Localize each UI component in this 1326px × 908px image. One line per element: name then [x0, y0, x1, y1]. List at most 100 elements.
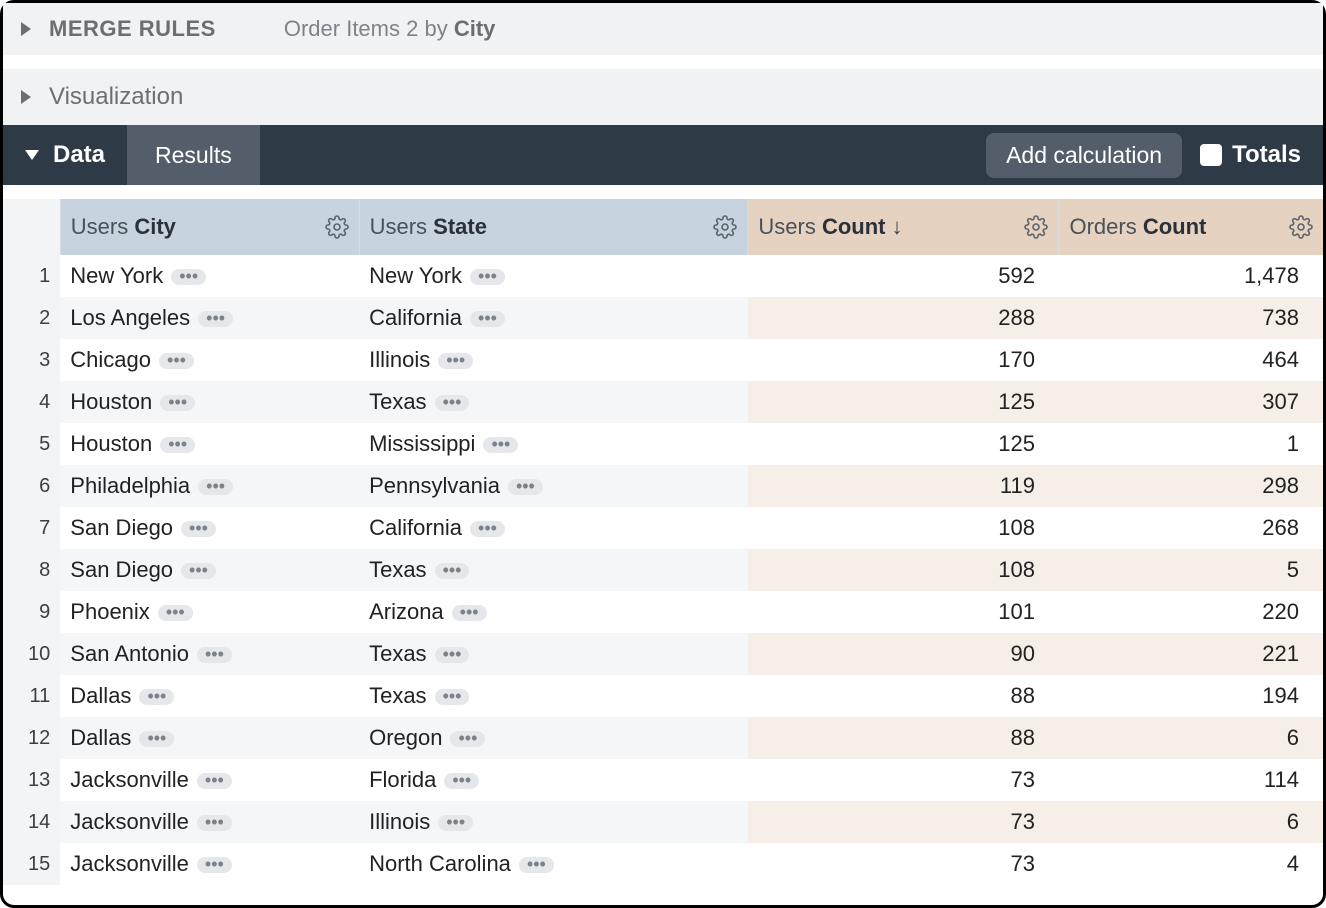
- visualization-header[interactable]: Visualization: [3, 69, 1323, 125]
- cell-state[interactable]: Illinois•••: [359, 339, 748, 381]
- cell-city[interactable]: Phoenix•••: [60, 591, 359, 633]
- more-icon[interactable]: •••: [435, 395, 470, 411]
- cell-orders-count[interactable]: 114: [1059, 759, 1323, 801]
- more-icon[interactable]: •••: [198, 311, 233, 327]
- cell-state[interactable]: Illinois•••: [359, 801, 748, 843]
- more-icon[interactable]: •••: [435, 563, 470, 579]
- more-icon[interactable]: •••: [139, 731, 174, 747]
- more-icon[interactable]: •••: [438, 815, 473, 831]
- cell-users-count[interactable]: 73: [748, 801, 1059, 843]
- gear-icon[interactable]: [325, 215, 349, 239]
- more-icon[interactable]: •••: [197, 815, 232, 831]
- cell-orders-count[interactable]: 194: [1059, 675, 1323, 717]
- cell-state[interactable]: Pennsylvania•••: [359, 465, 748, 507]
- more-icon[interactable]: •••: [159, 353, 194, 369]
- cell-city[interactable]: Jacksonville•••: [60, 843, 359, 885]
- cell-city[interactable]: Chicago•••: [60, 339, 359, 381]
- col-orders-count[interactable]: Orders Count: [1059, 199, 1323, 255]
- cell-city[interactable]: Jacksonville•••: [60, 759, 359, 801]
- more-icon[interactable]: •••: [197, 857, 232, 873]
- cell-state[interactable]: Texas•••: [359, 633, 748, 675]
- cell-users-count[interactable]: 108: [748, 507, 1059, 549]
- more-icon[interactable]: •••: [452, 605, 487, 621]
- cell-users-count[interactable]: 592: [748, 255, 1059, 297]
- cell-state[interactable]: Texas•••: [359, 549, 748, 591]
- gear-icon[interactable]: [1289, 215, 1313, 239]
- cell-users-count[interactable]: 88: [748, 717, 1059, 759]
- cell-orders-count[interactable]: 268: [1059, 507, 1323, 549]
- gear-icon[interactable]: [1024, 215, 1048, 239]
- cell-orders-count[interactable]: 5: [1059, 549, 1323, 591]
- cell-users-count[interactable]: 90: [748, 633, 1059, 675]
- cell-city[interactable]: Los Angeles•••: [60, 297, 359, 339]
- cell-orders-count[interactable]: 4: [1059, 843, 1323, 885]
- cell-users-count[interactable]: 101: [748, 591, 1059, 633]
- cell-users-count[interactable]: 125: [748, 423, 1059, 465]
- cell-orders-count[interactable]: 307: [1059, 381, 1323, 423]
- more-icon[interactable]: •••: [171, 269, 206, 285]
- cell-orders-count[interactable]: 221: [1059, 633, 1323, 675]
- cell-users-count[interactable]: 125: [748, 381, 1059, 423]
- cell-orders-count[interactable]: 464: [1059, 339, 1323, 381]
- more-icon[interactable]: •••: [470, 269, 505, 285]
- cell-city[interactable]: Houston•••: [60, 381, 359, 423]
- cell-city[interactable]: Dallas•••: [60, 717, 359, 759]
- cell-city[interactable]: San Diego•••: [60, 549, 359, 591]
- more-icon[interactable]: •••: [483, 437, 518, 453]
- add-calculation-button[interactable]: Add calculation: [986, 133, 1182, 178]
- cell-users-count[interactable]: 73: [748, 843, 1059, 885]
- cell-state[interactable]: New York•••: [359, 255, 748, 297]
- more-icon[interactable]: •••: [435, 647, 470, 663]
- more-icon[interactable]: •••: [197, 773, 232, 789]
- cell-city[interactable]: Dallas•••: [60, 675, 359, 717]
- cell-state[interactable]: Texas•••: [359, 381, 748, 423]
- cell-orders-count[interactable]: 1: [1059, 423, 1323, 465]
- cell-orders-count[interactable]: 220: [1059, 591, 1323, 633]
- cell-orders-count[interactable]: 6: [1059, 801, 1323, 843]
- cell-users-count[interactable]: 119: [748, 465, 1059, 507]
- merge-rules-header[interactable]: MERGE RULES Order Items 2 by City: [3, 3, 1323, 55]
- data-toggle[interactable]: Data: [3, 125, 127, 185]
- gear-icon[interactable]: [713, 215, 737, 239]
- more-icon[interactable]: •••: [158, 605, 193, 621]
- cell-orders-count[interactable]: 1,478: [1059, 255, 1323, 297]
- cell-state[interactable]: Florida•••: [359, 759, 748, 801]
- cell-state[interactable]: Arizona•••: [359, 591, 748, 633]
- more-icon[interactable]: •••: [160, 437, 195, 453]
- cell-users-count[interactable]: 73: [748, 759, 1059, 801]
- more-icon[interactable]: •••: [197, 647, 232, 663]
- cell-state[interactable]: Mississippi•••: [359, 423, 748, 465]
- more-icon[interactable]: •••: [444, 773, 479, 789]
- more-icon[interactable]: •••: [160, 395, 195, 411]
- cell-orders-count[interactable]: 298: [1059, 465, 1323, 507]
- more-icon[interactable]: •••: [435, 689, 470, 705]
- more-icon[interactable]: •••: [519, 857, 554, 873]
- col-users-count[interactable]: Users Count↓: [748, 199, 1059, 255]
- cell-city[interactable]: New York•••: [60, 255, 359, 297]
- cell-state[interactable]: North Carolina•••: [359, 843, 748, 885]
- cell-state[interactable]: California•••: [359, 507, 748, 549]
- cell-users-count[interactable]: 88: [748, 675, 1059, 717]
- more-icon[interactable]: •••: [450, 731, 485, 747]
- cell-users-count[interactable]: 170: [748, 339, 1059, 381]
- cell-orders-count[interactable]: 738: [1059, 297, 1323, 339]
- totals-checkbox[interactable]: [1200, 144, 1222, 166]
- more-icon[interactable]: •••: [508, 479, 543, 495]
- cell-users-count[interactable]: 108: [748, 549, 1059, 591]
- cell-state[interactable]: Texas•••: [359, 675, 748, 717]
- more-icon[interactable]: •••: [139, 689, 174, 705]
- cell-orders-count[interactable]: 6: [1059, 717, 1323, 759]
- more-icon[interactable]: •••: [438, 353, 473, 369]
- col-users-city[interactable]: Users City: [60, 199, 359, 255]
- more-icon[interactable]: •••: [198, 479, 233, 495]
- more-icon[interactable]: •••: [470, 311, 505, 327]
- cell-city[interactable]: Houston•••: [60, 423, 359, 465]
- cell-state[interactable]: California•••: [359, 297, 748, 339]
- col-users-state[interactable]: Users State: [359, 199, 748, 255]
- cell-users-count[interactable]: 288: [748, 297, 1059, 339]
- cell-city[interactable]: San Antonio•••: [60, 633, 359, 675]
- cell-city[interactable]: Philadelphia•••: [60, 465, 359, 507]
- cell-city[interactable]: San Diego•••: [60, 507, 359, 549]
- more-icon[interactable]: •••: [470, 521, 505, 537]
- totals-toggle[interactable]: Totals: [1200, 141, 1301, 169]
